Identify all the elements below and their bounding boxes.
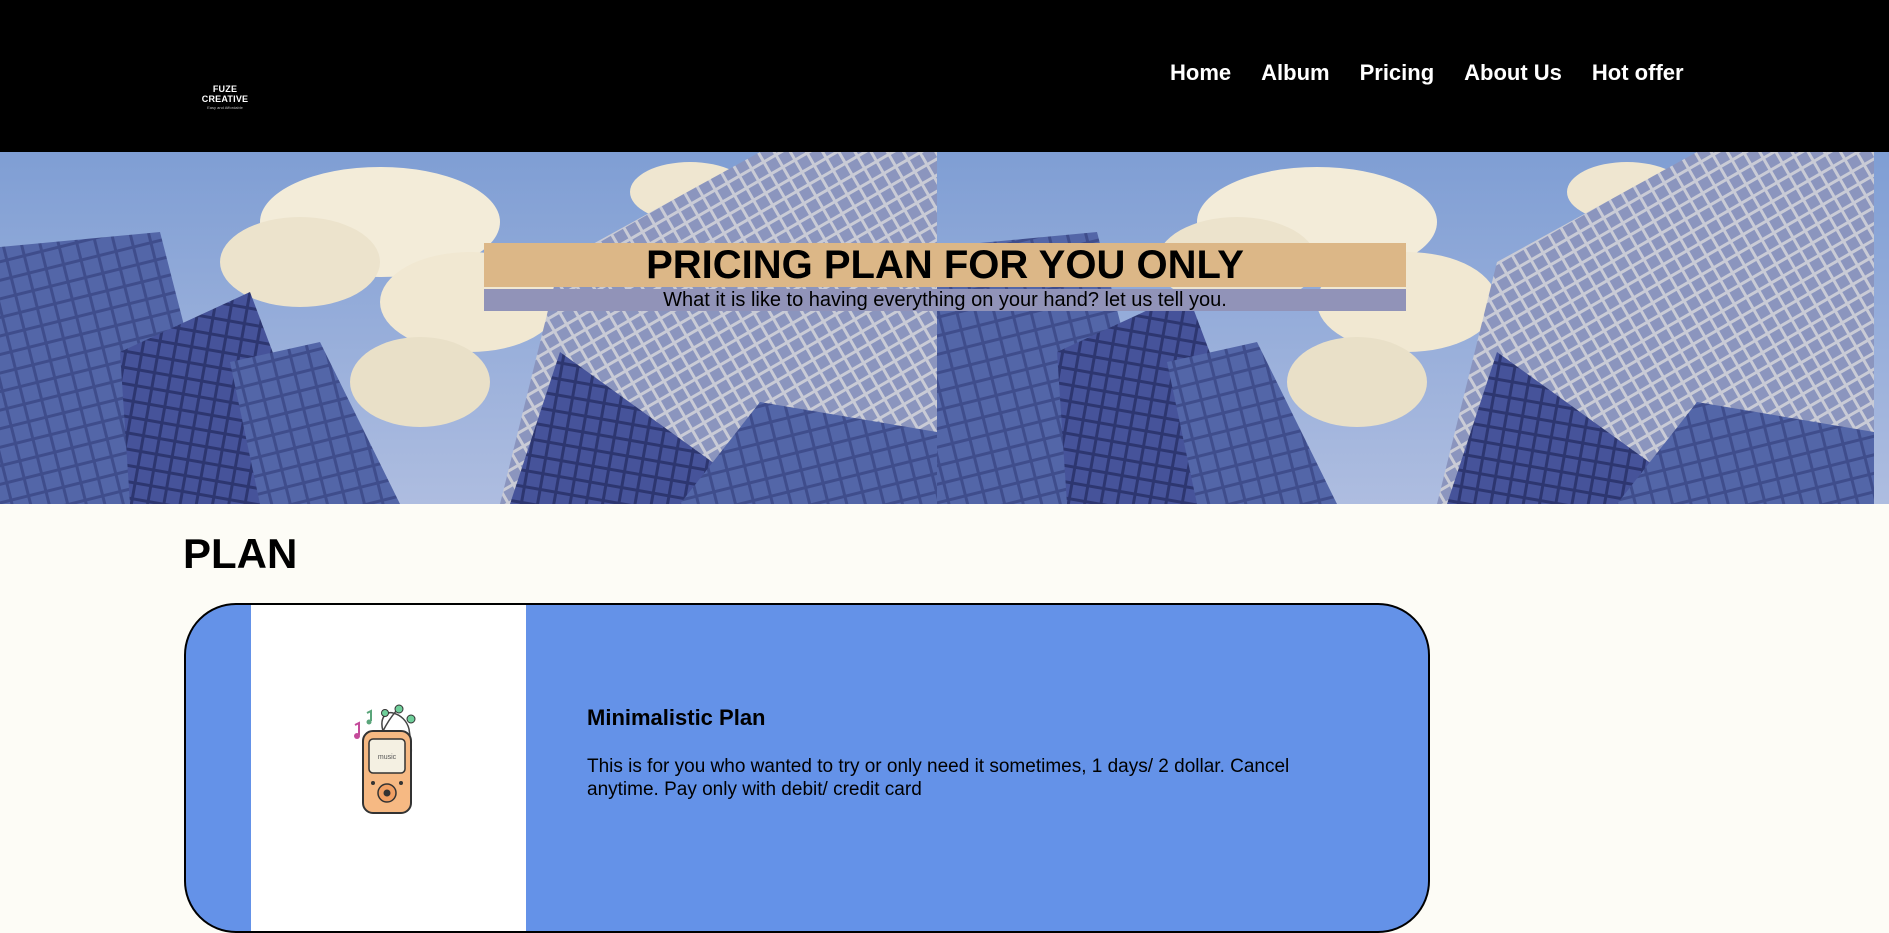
plan-card[interactable]: music Minimalistic Plan This is for you … (184, 603, 1430, 933)
nav-home[interactable]: Home (1170, 60, 1231, 86)
music-player-icon: music (354, 704, 416, 814)
site-header: FUZE CREATIVE Easy and Affordable Home A… (0, 0, 1889, 152)
hero-banner (0, 152, 1889, 504)
logo-title: FUZE CREATIVE (201, 84, 249, 104)
plan-description: This is for you who wanted to try or onl… (587, 756, 1290, 800)
nav-hot-offer[interactable]: Hot offer (1592, 60, 1684, 86)
plan-name: Minimalistic Plan (587, 705, 766, 730)
main-nav: Home Album Pricing About Us Hot offer (1170, 60, 1714, 86)
device-screen-label: music (378, 754, 397, 761)
hero-title: PRICING PLAN FOR YOU ONLY (484, 242, 1406, 287)
nav-about-us[interactable]: About Us (1464, 60, 1562, 86)
plan-image: music (251, 605, 526, 931)
hero-subtitle: What it is like to having everything on … (484, 289, 1406, 311)
hero-background-image (0, 152, 937, 504)
nav-pricing[interactable]: Pricing (1360, 60, 1435, 86)
logo-tagline: Easy and Affordable (207, 105, 243, 110)
hero-background-image-repeat (937, 152, 1889, 504)
logo[interactable]: FUZE CREATIVE Easy and Affordable (190, 84, 260, 110)
section-title: PLAN (183, 530, 298, 577)
nav-album[interactable]: Album (1261, 60, 1329, 86)
